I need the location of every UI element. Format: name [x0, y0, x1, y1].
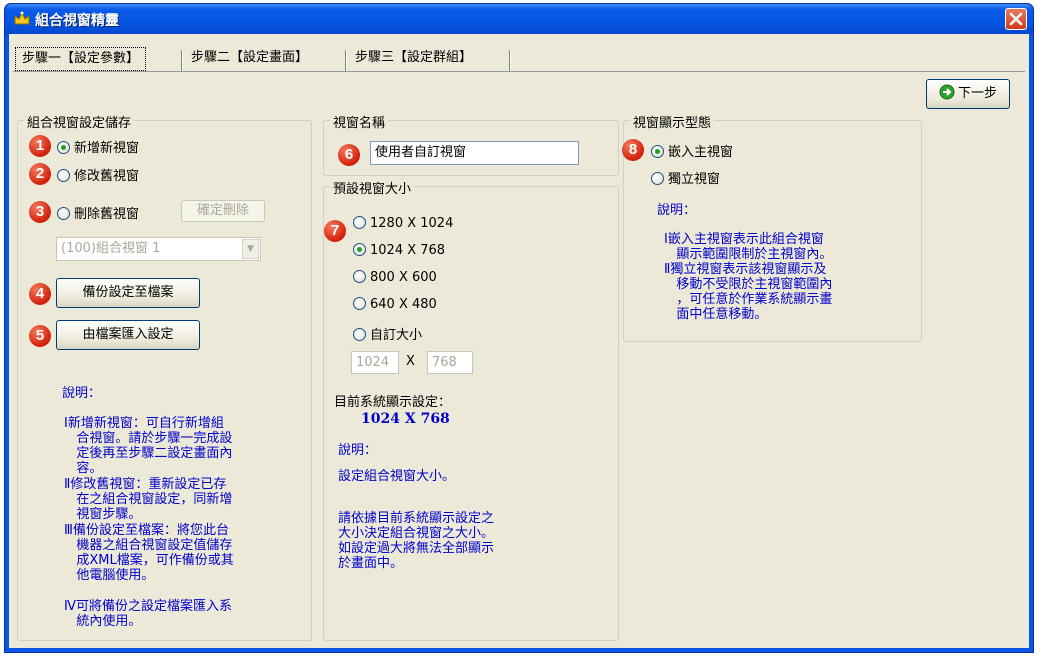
title-bar[interactable]: 組合視窗精靈: [5, 4, 1033, 34]
tab-divider: [181, 50, 183, 72]
note-title: 說明：: [338, 443, 378, 458]
backup-to-file-button[interactable]: 備份設定至檔案: [56, 278, 200, 308]
current-display-label: 目前系統顯示設定：: [334, 395, 452, 410]
radio-button[interactable]: [353, 270, 366, 283]
tab-divider: [345, 50, 347, 72]
tab-divider: [509, 50, 511, 72]
radio-button[interactable]: [651, 145, 664, 158]
window-name-input[interactable]: 使用者自訂視窗: [370, 141, 579, 165]
import-from-file-button[interactable]: 由檔案匯入設定: [56, 320, 200, 350]
step-badge: 3: [29, 201, 51, 223]
radio-label: 800 X 600: [370, 270, 437, 285]
radio-size-640[interactable]: 640 X 480: [353, 297, 437, 315]
tab-label: 步驟三【設定群組】: [355, 50, 473, 65]
group-title: 組合視窗設定儲存: [24, 112, 135, 131]
tab-baseline: [13, 71, 1025, 72]
current-display-value: 1024 X 768: [361, 411, 450, 427]
note-text: Ⅰ嵌入主視窗表示此組合視窗 顯示範圍限制於主視窗內。 Ⅱ獨立視窗表示該視窗顯示及…: [664, 232, 833, 322]
custom-height-input[interactable]: 768: [427, 351, 473, 374]
tab-label: 步驟二【設定畫面】: [191, 50, 309, 65]
note-text: Ⅳ可將備份之設定檔案匯入系 統內使用。: [64, 599, 232, 629]
step-badge: 5: [29, 325, 51, 347]
close-icon: [1009, 12, 1023, 26]
tab-step3[interactable]: 步驟三【設定群組】: [349, 47, 478, 71]
crown-icon: [14, 11, 30, 25]
step-badge: 4: [29, 283, 51, 305]
next-button-label: 下一步: [957, 86, 997, 101]
radio-button[interactable]: [57, 169, 70, 182]
tab-step2[interactable]: 步驟二【設定畫面】: [185, 47, 314, 71]
radio-label: 嵌入主視窗: [668, 145, 734, 160]
next-button[interactable]: 下一步: [926, 79, 1010, 109]
radio-label: 修改舊視窗: [74, 169, 140, 184]
radio-size-800[interactable]: 800 X 600: [353, 270, 437, 288]
custom-size-x-label: X: [406, 354, 415, 369]
window-select-value: (100)組合視窗 1: [61, 241, 161, 256]
close-button[interactable]: [1005, 8, 1027, 30]
client-area: 步驟一【設定參數】 步驟二【設定畫面】 步驟三【設定群組】 下一步 組合視窗設定…: [9, 34, 1029, 648]
chevron-down-icon[interactable]: ▼: [242, 239, 259, 259]
radio-button[interactable]: [651, 172, 664, 185]
wizard-window: 組合視窗精靈 步驟一【設定參數】 步驟二【設定畫面】 步驟三【設定群組】 下一步: [4, 3, 1034, 653]
radio-button[interactable]: [353, 328, 366, 341]
radio-label: 1024 X 768: [370, 243, 446, 258]
step-badge: 6: [338, 144, 360, 166]
radio-label: 自訂大小: [370, 328, 423, 343]
step-badge: 2: [29, 163, 51, 185]
note-text: 設定組合視窗大小。: [338, 469, 456, 484]
radio-button[interactable]: [353, 243, 366, 256]
note-text: Ⅰ新增新視窗：可自行新增組 合視窗。請於步驟一完成設 定後再至步驟二設定畫面內 …: [64, 416, 233, 476]
step-badge: 1: [29, 135, 51, 157]
group-title: 視窗名稱: [330, 112, 389, 131]
arrow-right-icon: [939, 84, 955, 100]
custom-width-input[interactable]: 1024: [351, 351, 399, 374]
radio-delete-window[interactable]: 刪除舊視窗: [57, 203, 140, 222]
radio-modify-window[interactable]: 修改舊視窗: [57, 165, 140, 184]
window-select[interactable]: (100)組合視窗 1 ▼: [56, 237, 261, 261]
radio-size-1280[interactable]: 1280 X 1024: [353, 216, 453, 234]
radio-label: 640 X 480: [370, 297, 437, 312]
radio-size-custom[interactable]: 自訂大小: [353, 324, 423, 343]
window-title: 組合視窗精靈: [35, 13, 119, 29]
note-title: 說明：: [62, 386, 102, 401]
radio-size-1024[interactable]: 1024 X 768: [353, 243, 445, 261]
radio-button[interactable]: [353, 216, 366, 229]
radio-button[interactable]: [57, 141, 70, 154]
note-text: 請依據目前系統顯示設定之 大小決定組合視窗之大小。 如設定過大將無法全部顯示 於…: [338, 511, 495, 571]
radio-label: 刪除舊視窗: [74, 207, 140, 222]
step-badge: 7: [324, 220, 346, 242]
tab-step1[interactable]: 步驟一【設定參數】: [15, 47, 147, 71]
radio-label: 1280 X 1024: [370, 216, 454, 231]
note-title: 說明：: [657, 203, 697, 218]
group-title: 視窗顯示型態: [630, 112, 715, 131]
radio-label: 新增新視窗: [74, 141, 140, 156]
note-text: Ⅱ修改舊視窗：重新設定已存 在之組合視窗設定，同新增 視窗步驟。: [64, 477, 233, 522]
confirm-delete-button[interactable]: 確定刪除: [181, 200, 265, 222]
radio-button[interactable]: [57, 207, 70, 220]
tab-label: 步驟一【設定參數】: [22, 51, 140, 66]
step-badge: 8: [622, 139, 644, 161]
note-text: Ⅲ備份設定至檔案：將您此台 機器之組合視窗設定值儲存 成XML檔案，可作備份或其…: [64, 523, 234, 583]
radio-embedded-window[interactable]: 嵌入主視窗: [651, 141, 734, 160]
radio-label: 獨立視窗: [668, 172, 721, 187]
radio-independent-window[interactable]: 獨立視窗: [651, 168, 721, 187]
radio-new-window[interactable]: 新增新視窗: [57, 137, 140, 156]
group-title: 預設視窗大小: [330, 178, 415, 197]
radio-button[interactable]: [353, 297, 366, 310]
